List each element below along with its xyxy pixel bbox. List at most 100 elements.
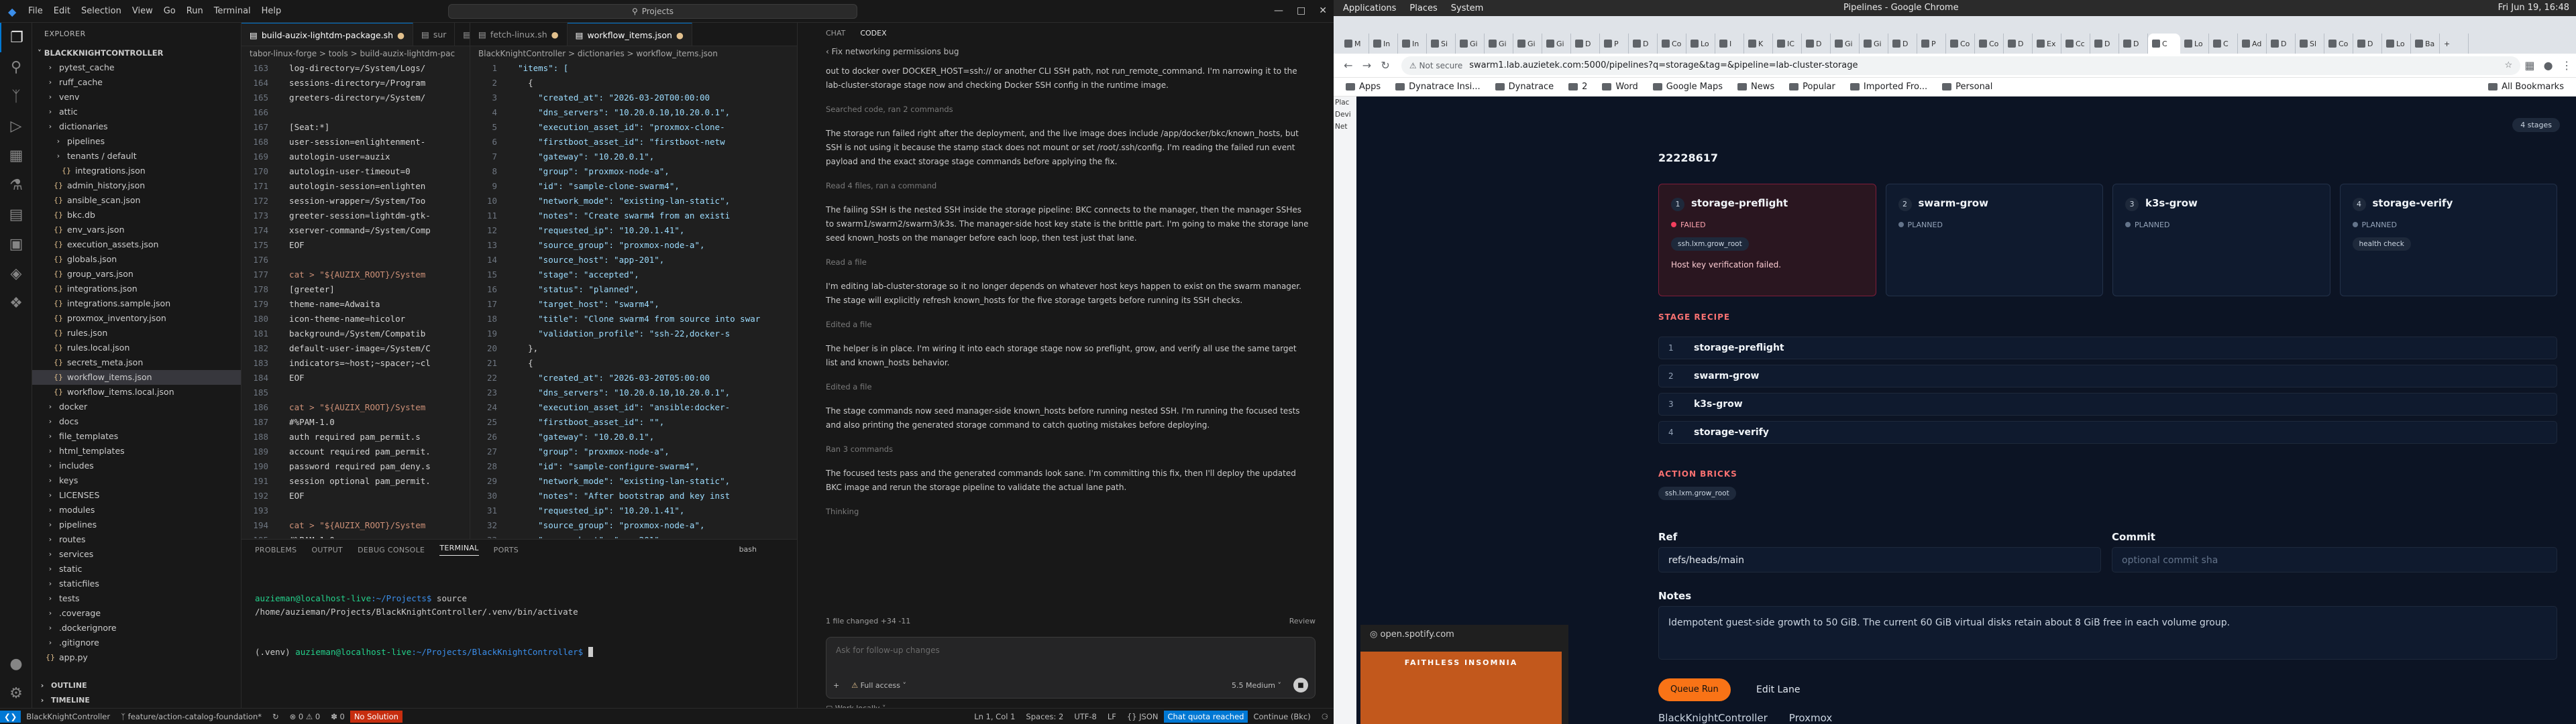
back-icon[interactable]: ← <box>1339 59 1358 72</box>
browser-tab[interactable]: Lo <box>2382 34 2411 54</box>
bookmark-item[interactable]: Popular <box>1789 82 1835 92</box>
code-editor-right[interactable]: 1 "items": [2 {3 "created_at": "2026-03-… <box>470 61 797 538</box>
browser-tab[interactable]: IC <box>1773 34 1802 54</box>
tree-item[interactable]: {} proxmox_inventory.json <box>32 311 241 326</box>
tree-item[interactable]: {} workflow_items.local.json <box>32 385 241 400</box>
activity-summary[interactable]: Ran 3 commands <box>826 442 1309 457</box>
tree-item[interactable]: › tests <box>32 591 241 606</box>
stage-card-storage-preflight[interactable]: 1 storage-preflight FAILED ssh.lxm.grow_roo… <box>1658 184 1876 296</box>
bookmark-item[interactable]: News <box>1737 82 1774 92</box>
tree-item[interactable]: {} rules.json <box>32 326 241 341</box>
tree-item[interactable]: {} execution_assets.json <box>32 237 241 252</box>
testing-icon[interactable]: ⚗ <box>0 170 32 200</box>
activity-summary[interactable]: Edited a file <box>826 318 1309 332</box>
menu-item-help[interactable]: Help <box>262 6 282 16</box>
account-icon[interactable]: ● <box>0 649 32 678</box>
menu-item-go[interactable]: Go <box>164 6 176 16</box>
browser-tab[interactable]: Lo <box>2180 34 2209 54</box>
browser-tab[interactable]: Co <box>1946 34 1975 54</box>
explorer-root[interactable]: ˅ BLACKKNIGHTCONTROLLER <box>32 46 241 60</box>
address-bar[interactable]: ⚠ Not secure swarm1.lab.auzietek.com:500… <box>1401 56 2521 75</box>
stop-button[interactable]: ■ <box>1293 678 1308 692</box>
gnome-menu-system[interactable]: System <box>1451 3 1483 13</box>
stage-card-swarm-grow[interactable]: 2 swarm-grow PLANNED <box>1885 184 2103 296</box>
browser-tab[interactable]: Gi <box>1485 34 1513 54</box>
tree-item[interactable]: › pytest_cache <box>32 60 241 75</box>
review-button[interactable]: Review <box>1289 617 1316 631</box>
chat-tab-chat[interactable]: CHAT <box>826 29 845 38</box>
kebab-menu-icon[interactable]: ⋮ <box>2557 59 2576 72</box>
browser-tab[interactable]: C <box>2209 34 2238 54</box>
recipe-row[interactable]: 3 k3s-grow <box>1658 393 2557 416</box>
tree-item[interactable]: › modules <box>32 503 241 518</box>
bookmark-item[interactable]: Word <box>1602 82 1638 92</box>
tree-item[interactable]: › includes <box>32 459 241 473</box>
not-secure-indicator[interactable]: ⚠ Not secure <box>1409 61 1462 70</box>
status-branch[interactable]: ᛉ feature/action-catalog-foundation* <box>115 712 267 721</box>
panel-tab-problems[interactable]: PROBLEMS <box>255 546 297 554</box>
browser-tab[interactable]: C <box>2148 34 2180 54</box>
activity-summary[interactable]: Searched code, ran 2 commands <box>826 103 1309 117</box>
browser-tab[interactable]: Lo <box>1686 34 1715 54</box>
browser-tab[interactable]: D <box>2353 34 2382 54</box>
status-encoding[interactable]: UTF-8 <box>1069 712 1102 721</box>
recipe-row[interactable]: 1 storage-preflight <box>1658 337 2557 359</box>
bookmark-item[interactable]: Dynatrace <box>1495 82 1554 92</box>
browser-tab[interactable]: D <box>2119 34 2148 54</box>
tree-item[interactable]: › services <box>32 547 241 562</box>
browser-tab[interactable]: D <box>2004 34 2033 54</box>
browser-tab[interactable]: Si <box>1427 34 1456 54</box>
tree-item[interactable]: {} globals.json <box>32 252 241 267</box>
panel-tab-debug-console[interactable]: DEBUG CONSOLE <box>358 546 425 554</box>
tree-item[interactable]: {} admin_history.json <box>32 178 241 193</box>
bookmark-item[interactable]: Imported Fro... <box>1849 82 1927 92</box>
reload-icon[interactable]: ↻ <box>1376 59 1395 72</box>
browser-tab[interactable]: In <box>1398 34 1427 54</box>
tree-item[interactable]: › docs <box>32 414 241 429</box>
remote-explorer-icon[interactable]: ▤ <box>0 200 32 229</box>
editor-tab[interactable]: ▤ sur <box>413 23 455 46</box>
browser-tab[interactable]: Co <box>2324 34 2353 54</box>
remote-indicator[interactable]: ❮❯ <box>0 710 21 723</box>
tree-item[interactable]: › .dockerignore <box>32 621 241 636</box>
bookmark-item[interactable]: Personal <box>1942 82 1992 92</box>
tree-item[interactable]: › .gitignore <box>32 636 241 650</box>
terminal-output[interactable]: auzieman@localhost-live:~/Projects$ sour… <box>241 560 797 691</box>
star-icon[interactable]: ☆ <box>2504 60 2512 70</box>
notes-textarea[interactable]: Idempotent guest-side growth to 50 GiB. … <box>1658 606 2557 660</box>
stage-card-k3s-grow[interactable]: 3 k3s-grow PLANNED <box>2112 184 2330 296</box>
tree-item[interactable]: › pipelines <box>32 134 241 149</box>
chat-tab-codex[interactable]: CODEX <box>860 29 886 38</box>
status-spaces[interactable]: Spaces: 2 <box>1020 712 1069 721</box>
close-icon[interactable]: ✕ <box>1319 5 1327 16</box>
browser-tab[interactable]: Sl <box>2296 34 2324 54</box>
browser-tab[interactable]: D <box>2090 34 2119 54</box>
docker-icon[interactable]: ▣ <box>0 229 32 259</box>
sync-icon[interactable]: ↻ <box>267 712 284 721</box>
tree-item[interactable]: › keys <box>32 473 241 488</box>
browser-tab[interactable]: Gi <box>1513 34 1542 54</box>
browser-tab[interactable]: D <box>2267 34 2296 54</box>
menu-item-run[interactable]: Run <box>186 6 203 16</box>
action-brick-chip[interactable]: ssh.lxm.grow_root <box>1658 487 1736 500</box>
tree-item[interactable]: › file_templates <box>32 429 241 444</box>
tree-item[interactable]: › static <box>32 562 241 577</box>
search-icon[interactable]: ⚲ <box>0 52 32 82</box>
chat-input[interactable]: Ask for follow-up changes + ⚠ Full acces… <box>826 637 1316 699</box>
queue-run-button[interactable]: Queue Run <box>1658 678 1731 701</box>
profile-icon[interactable]: ● <box>2539 59 2558 72</box>
explorer-icon[interactable]: ❐ <box>0 23 32 52</box>
forward-icon[interactable]: → <box>1358 59 1377 72</box>
tree-item[interactable]: {} bkc.db <box>32 208 241 223</box>
menu-item-file[interactable]: File <box>28 6 43 16</box>
outline-section[interactable]: › OUTLINE <box>32 678 241 693</box>
tree-item[interactable]: › tenants / default <box>32 149 241 164</box>
panel-tab-ports[interactable]: PORTS <box>494 546 519 554</box>
status-position[interactable]: Ln 1, Col 1 <box>969 712 1020 721</box>
tree-item[interactable]: {} integrations.json <box>32 164 241 178</box>
activity-summary[interactable]: Read a file <box>826 255 1309 269</box>
stage-chip[interactable]: ssh.lxm.grow_root <box>1671 237 1749 251</box>
status-continue[interactable]: Continue (Bkc) <box>1248 712 1316 721</box>
panel-tab-output[interactable]: OUTPUT <box>311 546 343 554</box>
all-bookmarks[interactable]: All Bookmarks <box>2488 82 2564 92</box>
